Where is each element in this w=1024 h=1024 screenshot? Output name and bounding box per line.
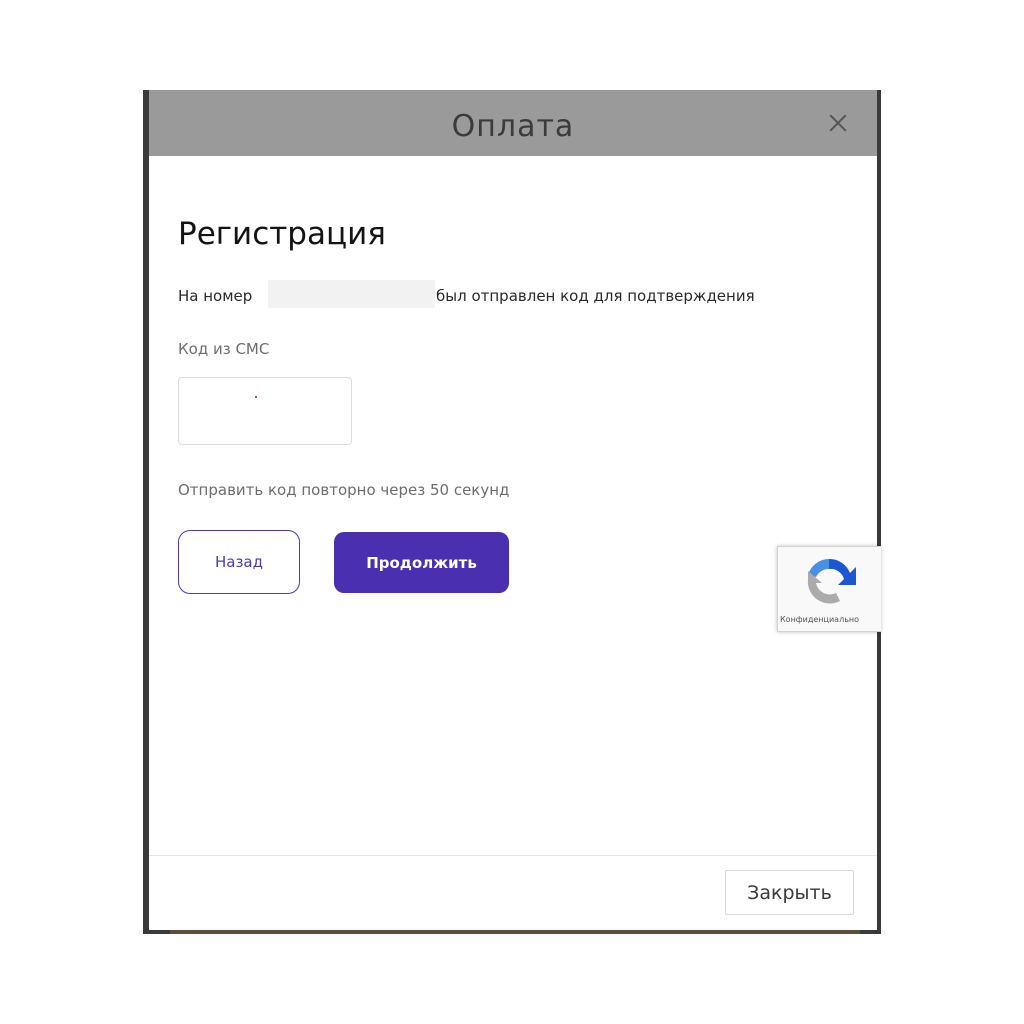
resend-countdown: Отправить код повторно через 50 секунд	[178, 481, 510, 499]
modal-header: Оплата	[149, 90, 877, 156]
recaptcha-badge[interactable]: Конфиденциально	[777, 546, 881, 632]
continue-button[interactable]: Продолжить	[334, 532, 509, 593]
modal-title: Оплата	[451, 109, 575, 144]
payment-modal: Оплата Регистрация На номер был отправле…	[149, 90, 877, 930]
close-button[interactable]: Закрыть	[725, 870, 854, 915]
sms-code-input[interactable]	[178, 377, 352, 445]
recaptcha-privacy-link[interactable]: Конфиденциально	[780, 615, 859, 624]
sent-prefix: На номер	[178, 287, 253, 305]
recaptcha-icon	[807, 558, 856, 604]
back-button[interactable]: Назад	[178, 530, 300, 594]
close-icon[interactable]	[827, 112, 849, 134]
redacted-phone-number	[268, 280, 435, 308]
input-cursor	[255, 396, 257, 398]
sms-code-label: Код из СМС	[178, 340, 270, 358]
registration-heading: Регистрация	[178, 216, 386, 252]
footer-divider	[149, 855, 877, 856]
sent-suffix: был отправлен код для подтверждения	[436, 287, 755, 305]
